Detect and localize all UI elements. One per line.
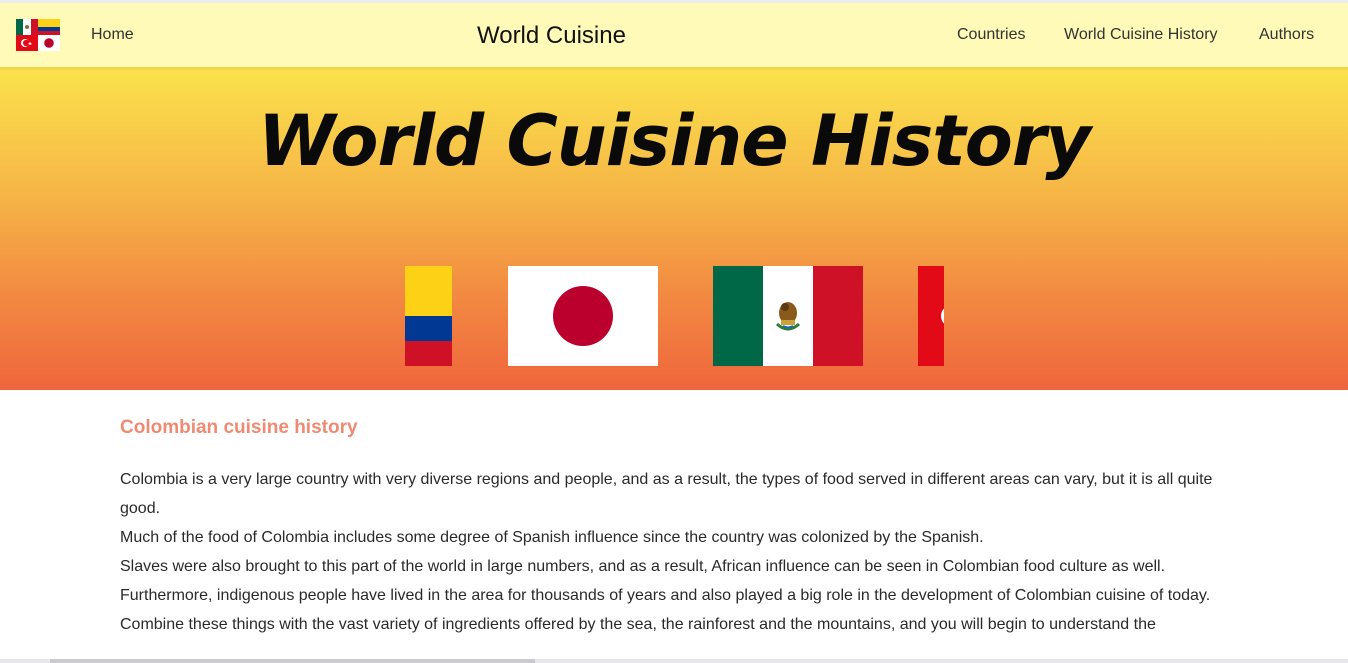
nav-home-link[interactable]: Home — [91, 26, 134, 44]
paragraph: Much of the food of Colombia includes so… — [120, 529, 984, 546]
top-navbar: Home World Cuisine Countries World Cuisi… — [0, 0, 1348, 70]
flag-carousel[interactable] — [405, 266, 944, 366]
paragraph: Slaves were also brought to this part of… — [120, 558, 1166, 575]
mexico-flag-icon[interactable] — [713, 266, 863, 366]
nav-countries-link[interactable]: Countries — [957, 26, 1025, 44]
colombia-flag-icon[interactable] — [405, 266, 452, 366]
article-body: Colombia is a very large country with ve… — [120, 465, 1230, 639]
paragraph: Colombia is a very large country with ve… — [120, 471, 1213, 517]
turkey-flag-icon[interactable] — [918, 266, 944, 366]
page-title: World Cuisine History — [258, 100, 1091, 182]
japan-flag-icon[interactable] — [508, 266, 658, 366]
paragraph: Combine these things with the vast varie… — [120, 616, 1156, 633]
world-flags-logo-icon[interactable] — [16, 19, 60, 51]
hero-banner: World Cuisine History — [0, 70, 1348, 390]
brand-title[interactable]: World Cuisine — [477, 22, 626, 50]
section-heading: Colombian cuisine history — [120, 417, 358, 438]
horizontal-scrollbar[interactable] — [0, 659, 1348, 663]
scrollbar-thumb[interactable] — [50, 659, 535, 663]
nav-world-cuisine-history-link[interactable]: World Cuisine History — [1064, 26, 1218, 44]
nav-authors-link[interactable]: Authors — [1259, 26, 1314, 44]
paragraph: Furthermore, indigenous people have live… — [120, 587, 1211, 604]
